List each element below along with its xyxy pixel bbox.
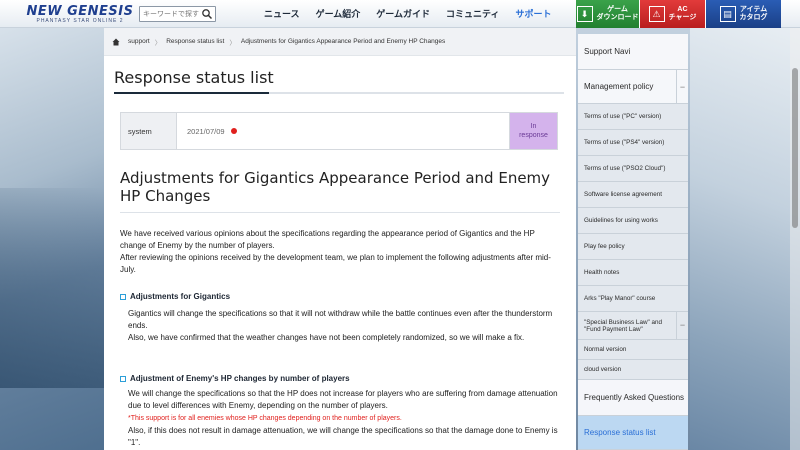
- section2-body: We will change the specifications so tha…: [128, 388, 560, 449]
- ac-label-2: チャージ: [668, 14, 697, 21]
- status-table: system 2021/07/09 In response: [120, 112, 558, 150]
- ac-charge-button[interactable]: ⚠ AC チャージ: [639, 0, 705, 28]
- section-heading-enemy-hp: Adjustment of Enemy's HP changes by numb…: [120, 374, 350, 383]
- catalog-label-2: カタログ: [739, 14, 768, 21]
- download-icon: ⬇: [576, 6, 593, 22]
- search-input[interactable]: [140, 7, 200, 21]
- item-catalog-button[interactable]: ▤ アイテム カタログ: [705, 0, 781, 28]
- nav-community[interactable]: コミュニティ: [438, 0, 507, 28]
- status-date-cell: 2021/07/09: [177, 113, 509, 149]
- catalog-book-icon: ▤: [719, 6, 736, 22]
- breadcrumb-current: Adjustments for Gigantics Appearance Per…: [240, 38, 446, 45]
- chevron-right-icon: 〉: [154, 39, 162, 47]
- site-header: NEW GENESIS PHANTASY STAR ONLINE 2 ニュース …: [0, 0, 800, 28]
- status-badge-line1: In: [530, 123, 537, 130]
- status-badge-line2: response: [519, 132, 548, 139]
- section2-title: Adjustment of Enemy's HP changes by numb…: [130, 374, 350, 383]
- article-divider: [120, 212, 560, 213]
- nav-game-intro[interactable]: ゲーム紹介: [308, 0, 369, 28]
- background-scenery-right: [690, 28, 800, 450]
- breadcrumb: support 〉 Response status list 〉 Adjustm…: [104, 28, 576, 56]
- intro-text-2: After reviewing the opinions received by…: [120, 253, 551, 274]
- section1-body: Gigantics will change the specifications…: [128, 308, 560, 344]
- sidebar-item-play-manor[interactable]: Arks "Play Manor" course: [578, 286, 688, 312]
- header-action-buttons: ⬇ ゲーム ダウンロード ⚠ AC チャージ ▤ アイテム カタログ: [576, 0, 781, 28]
- title-divider-accent: [114, 92, 269, 94]
- nav-support[interactable]: サポート: [508, 0, 560, 28]
- section2-text-1: We will change the specifications so tha…: [128, 389, 558, 410]
- article-intro: We have received various opinions about …: [120, 228, 560, 276]
- sidebar-response-status[interactable]: Response status list: [578, 416, 688, 450]
- catalog-label-1: アイテム: [739, 6, 768, 13]
- new-indicator-dot: [230, 128, 237, 134]
- sidebar-item-guidelines[interactable]: Guidelines for using works: [578, 208, 688, 234]
- sidebar-item-cloud-version[interactable]: cloud version: [578, 360, 688, 380]
- ac-label-1: AC: [677, 6, 688, 13]
- sidebar-support-navi[interactable]: Support Navi: [578, 34, 688, 70]
- section1-title: Adjustments for Gigantics: [130, 292, 231, 301]
- square-bullet-icon: [120, 293, 126, 300]
- page-title: Response status list: [114, 68, 274, 87]
- status-date: 2021/07/09: [187, 126, 225, 136]
- sidebar-management-policy[interactable]: Management policy −: [578, 70, 688, 104]
- sidebar-item-software-license[interactable]: Software license agreement: [578, 182, 688, 208]
- background-scenery-left: [0, 28, 104, 450]
- section-heading-gigantics: Adjustments for Gigantics: [120, 292, 230, 301]
- warning-triangle-icon: ⚠: [648, 6, 665, 22]
- breadcrumb-support[interactable]: support: [128, 38, 150, 45]
- main-content: support 〉 Response status list 〉 Adjustm…: [104, 28, 576, 450]
- chevron-right-icon: 〉: [229, 39, 236, 47]
- site-logo[interactable]: NEW GENESIS PHANTASY STAR ONLINE 2: [25, 4, 135, 24]
- scrollbar-thumb[interactable]: [792, 68, 798, 228]
- sidebar-management-policy-label: Management policy: [584, 82, 654, 91]
- support-sidebar: Support Navi Management policy − Terms o…: [578, 34, 688, 450]
- section2-note: *This support is for all enemies whose H…: [128, 415, 402, 422]
- game-download-button[interactable]: ⬇ ゲーム ダウンロード: [576, 0, 639, 28]
- nav-game-guide[interactable]: ゲームガイド: [368, 0, 438, 28]
- search-icon[interactable]: [201, 8, 213, 20]
- download-label-2: ダウンロード: [596, 14, 639, 21]
- status-category: system: [121, 113, 177, 149]
- sidebar-item-play-fee[interactable]: Play fee policy: [578, 234, 688, 260]
- page-scrollbar[interactable]: [790, 28, 800, 450]
- search-box: [139, 6, 216, 22]
- section1-text-1: Gigantics will change the specifications…: [128, 309, 553, 330]
- sidebar-faq[interactable]: Frequently Asked Questions: [578, 380, 688, 416]
- sidebar-item-terms-ps4[interactable]: Terms of use ("PS4" version): [578, 130, 688, 156]
- section2-text-2: Also, if this does not result in damage …: [128, 426, 558, 447]
- home-icon[interactable]: [112, 38, 120, 46]
- sidebar-item-normal-version[interactable]: Normal version: [578, 340, 688, 360]
- square-bullet-icon: [120, 375, 126, 382]
- collapse-minus-icon[interactable]: −: [676, 70, 688, 103]
- download-label-1: ゲーム: [607, 6, 628, 13]
- sidebar-item-special-law[interactable]: "Special Business Law" and "Fund Payment…: [578, 312, 688, 340]
- sidebar-item-terms-pc[interactable]: Terms of use ("PC" version): [578, 104, 688, 130]
- breadcrumb-response-status[interactable]: Response status list: [166, 38, 224, 45]
- collapse-minus-icon[interactable]: −: [676, 312, 688, 339]
- section1-text-2: Also, we have confirmed that the weather…: [128, 333, 525, 342]
- nav-news[interactable]: ニュース: [256, 0, 308, 28]
- intro-text-1: We have received various opinions about …: [120, 229, 535, 250]
- logo-main-text: NEW GENESIS: [26, 3, 134, 19]
- sidebar-item-health-notes[interactable]: Health notes: [578, 260, 688, 286]
- sidebar-item-terms-cloud[interactable]: Terms of use ("PSO2 Cloud"): [578, 156, 688, 182]
- sidebar-special-law-label: "Special Business Law" and "Fund Payment…: [584, 318, 662, 333]
- main-nav: ニュース ゲーム紹介 ゲームガイド コミュニティ サポート: [256, 0, 560, 28]
- status-badge: In response: [509, 113, 557, 149]
- article-title: Adjustments for Gigantics Appearance Per…: [120, 169, 551, 205]
- logo-sub-text: PHANTASY STAR ONLINE 2: [36, 17, 124, 24]
